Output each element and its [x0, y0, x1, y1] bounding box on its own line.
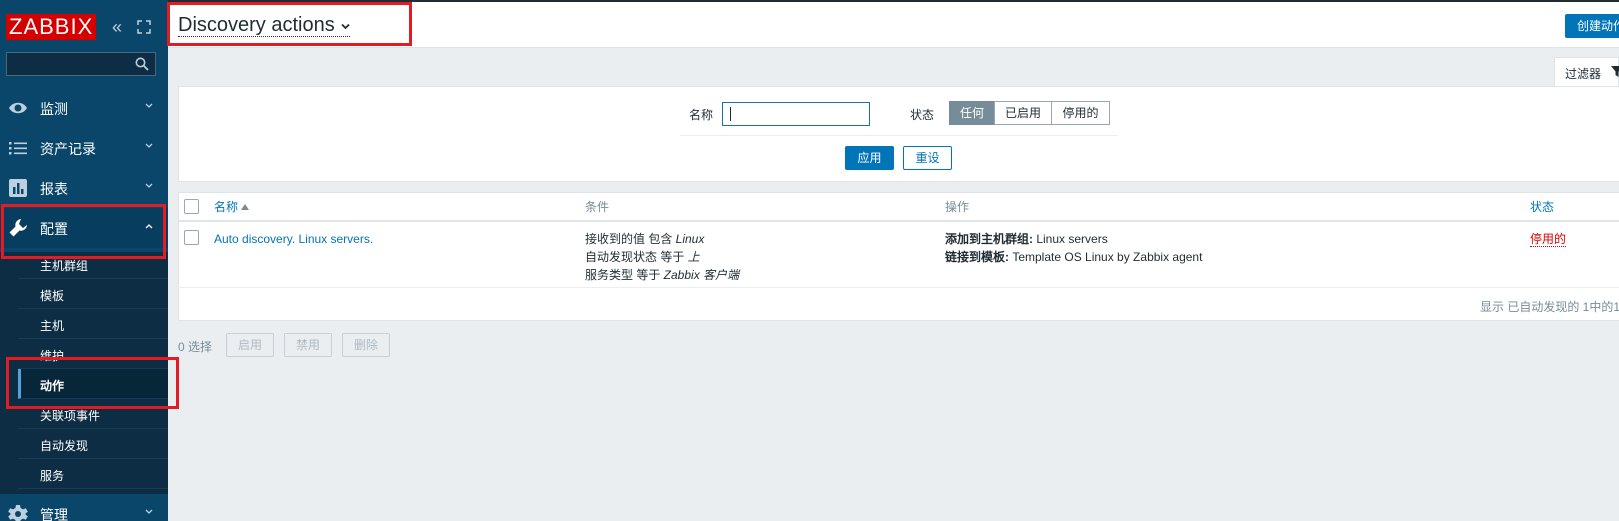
search-icon[interactable] — [135, 57, 149, 71]
operation-label: 链接到模板: — [945, 250, 1009, 264]
filter-tab[interactable]: 过滤器 — [1554, 57, 1619, 87]
menu-item-monitoring[interactable]: 监测 — [0, 88, 168, 128]
zabbix-logo[interactable]: ZABBIX — [6, 14, 97, 40]
table-header-divider — [178, 220, 1619, 222]
page-header: Discovery actions 创建动作 — [168, 2, 1619, 48]
condition-text: 服务类型 等于 — [585, 268, 664, 282]
column-header-label: 名称 — [214, 200, 239, 214]
filter-status-label: 状态 — [910, 108, 935, 122]
menu-item-reports[interactable]: 报表 — [0, 168, 168, 208]
operation-value: Linux servers — [1033, 232, 1108, 246]
logo-row: ZABBIX « — [0, 8, 168, 42]
status-option-enabled[interactable]: 已启用 — [994, 101, 1052, 125]
page-title-dropdown[interactable]: Discovery actions — [178, 14, 350, 37]
submenu-item-services[interactable]: 服务 — [18, 459, 168, 489]
configuration-submenu: 主机群组 模板 主机 维护 动作 关联项事件 自动发现 服务 — [0, 252, 168, 494]
submenu-label: 主机群组 — [40, 259, 89, 273]
submenu-item-host-groups[interactable]: 主机群组 — [18, 249, 168, 279]
filter-panel — [178, 86, 1619, 182]
eye-icon — [9, 102, 27, 114]
table-stats: 显示 已自动发现的 1中的1 — [1480, 300, 1619, 314]
menu-label: 报表 — [40, 181, 68, 197]
selected-count: 0 选择 — [178, 340, 213, 354]
condition-line: 服务类型 等于 Zabbix 客户端 — [585, 266, 739, 284]
column-header-conditions: 条件 — [585, 200, 610, 214]
select-all-checkbox[interactable] — [184, 199, 199, 214]
text-caret — [730, 107, 731, 121]
chevron-down-icon — [145, 509, 153, 514]
reset-button[interactable]: 重设 — [903, 146, 952, 170]
status-option-any[interactable]: 任何 — [949, 101, 995, 125]
operation-value: Template OS Linux by Zabbix agent — [1009, 250, 1203, 264]
filter-icon — [1611, 66, 1619, 77]
bar-chart-icon — [9, 179, 27, 197]
create-action-button[interactable]: 创建动作 — [1565, 14, 1619, 38]
apply-button[interactable]: 应用 — [845, 146, 894, 170]
submenu-item-discovery[interactable]: 自动发现 — [18, 429, 168, 459]
status-toggle-link[interactable]: 停用的 — [1530, 230, 1567, 248]
menu-label: 监测 — [40, 101, 68, 117]
chevron-down-icon — [145, 103, 153, 108]
filter-name-input[interactable] — [722, 102, 870, 126]
column-header-operations: 操作 — [945, 200, 970, 214]
condition-value: 上 — [687, 250, 700, 264]
operation-line: 链接到模板: Template OS Linux by Zabbix agent — [945, 248, 1202, 266]
disable-button[interactable]: 禁用 — [284, 333, 332, 357]
submenu-label: 服务 — [40, 469, 65, 483]
actions-table — [178, 192, 1619, 321]
filter-name-label: 名称 — [689, 108, 714, 122]
submenu-label: 动作 — [40, 379, 65, 393]
submenu-item-templates[interactable]: 模板 — [18, 279, 168, 309]
row-divider — [178, 287, 1619, 288]
condition-value: Linux — [675, 232, 705, 246]
chevron-down-icon — [341, 23, 350, 30]
enable-button[interactable]: 启用 — [226, 333, 274, 357]
gear-icon — [8, 505, 28, 521]
column-header-name[interactable]: 名称 — [214, 198, 250, 215]
chevron-up-icon — [145, 224, 153, 229]
operation-line: 添加到主机群组: Linux servers — [945, 230, 1108, 248]
chevron-down-icon — [145, 183, 153, 188]
submenu-label: 关联项事件 — [40, 409, 101, 423]
menu-item-inventory[interactable]: 资产记录 — [0, 128, 168, 168]
menu-label: 资产记录 — [40, 141, 96, 157]
condition-line: 接收到的值 包含 Linux — [585, 230, 704, 248]
action-name-link[interactable]: Auto discovery. Linux servers. — [214, 230, 373, 248]
page-title: Discovery actions — [178, 14, 335, 36]
sidebar: ZABBIX « 监测 资产记录 报表 配置 主机群组 模板 主机 维护 动作 … — [0, 0, 168, 521]
operation-label: 添加到主机群组: — [945, 232, 1033, 246]
filter-divider — [680, 135, 1118, 136]
kiosk-mode-icon[interactable] — [137, 20, 151, 34]
sidebar-search-input[interactable] — [6, 52, 156, 76]
submenu-item-hosts[interactable]: 主机 — [18, 309, 168, 339]
collapse-sidebar-icon[interactable]: « — [112, 18, 122, 36]
submenu-item-actions[interactable]: 动作 — [18, 369, 168, 399]
condition-line: 自动发现状态 等于 上 — [585, 248, 700, 266]
action-name: Auto discovery. Linux servers. — [214, 232, 374, 246]
submenu-label: 维护 — [40, 349, 65, 363]
row-checkbox[interactable] — [184, 230, 199, 245]
submenu-item-event-correlation[interactable]: 关联项事件 — [18, 399, 168, 429]
condition-text: 接收到的值 包含 — [585, 232, 676, 246]
submenu-label: 模板 — [40, 289, 65, 303]
condition-text: 自动发现状态 等于 — [585, 250, 688, 264]
wrench-icon — [9, 219, 27, 237]
submenu-item-maintenance[interactable]: 维护 — [18, 339, 168, 369]
status-option-disabled[interactable]: 停用的 — [1051, 101, 1110, 125]
column-header-status[interactable]: 状态 — [1530, 198, 1554, 215]
menu-label: 配置 — [40, 221, 68, 237]
submenu-label: 主机 — [40, 319, 65, 333]
submenu-label: 自动发现 — [40, 439, 89, 453]
filter-tab-label: 过滤器 — [1565, 67, 1602, 81]
chevron-down-icon — [145, 143, 153, 148]
menu-item-administration[interactable]: 管理 — [0, 494, 168, 521]
sort-ascending-icon — [241, 204, 250, 210]
condition-value: Zabbix 客户端 — [663, 268, 740, 282]
delete-button[interactable]: 删除 — [342, 333, 390, 357]
list-icon — [9, 142, 27, 155]
menu-item-configuration[interactable]: 配置 — [0, 208, 168, 248]
status-badge: 停用的 — [1530, 232, 1567, 247]
menu-label: 管理 — [40, 507, 68, 521]
